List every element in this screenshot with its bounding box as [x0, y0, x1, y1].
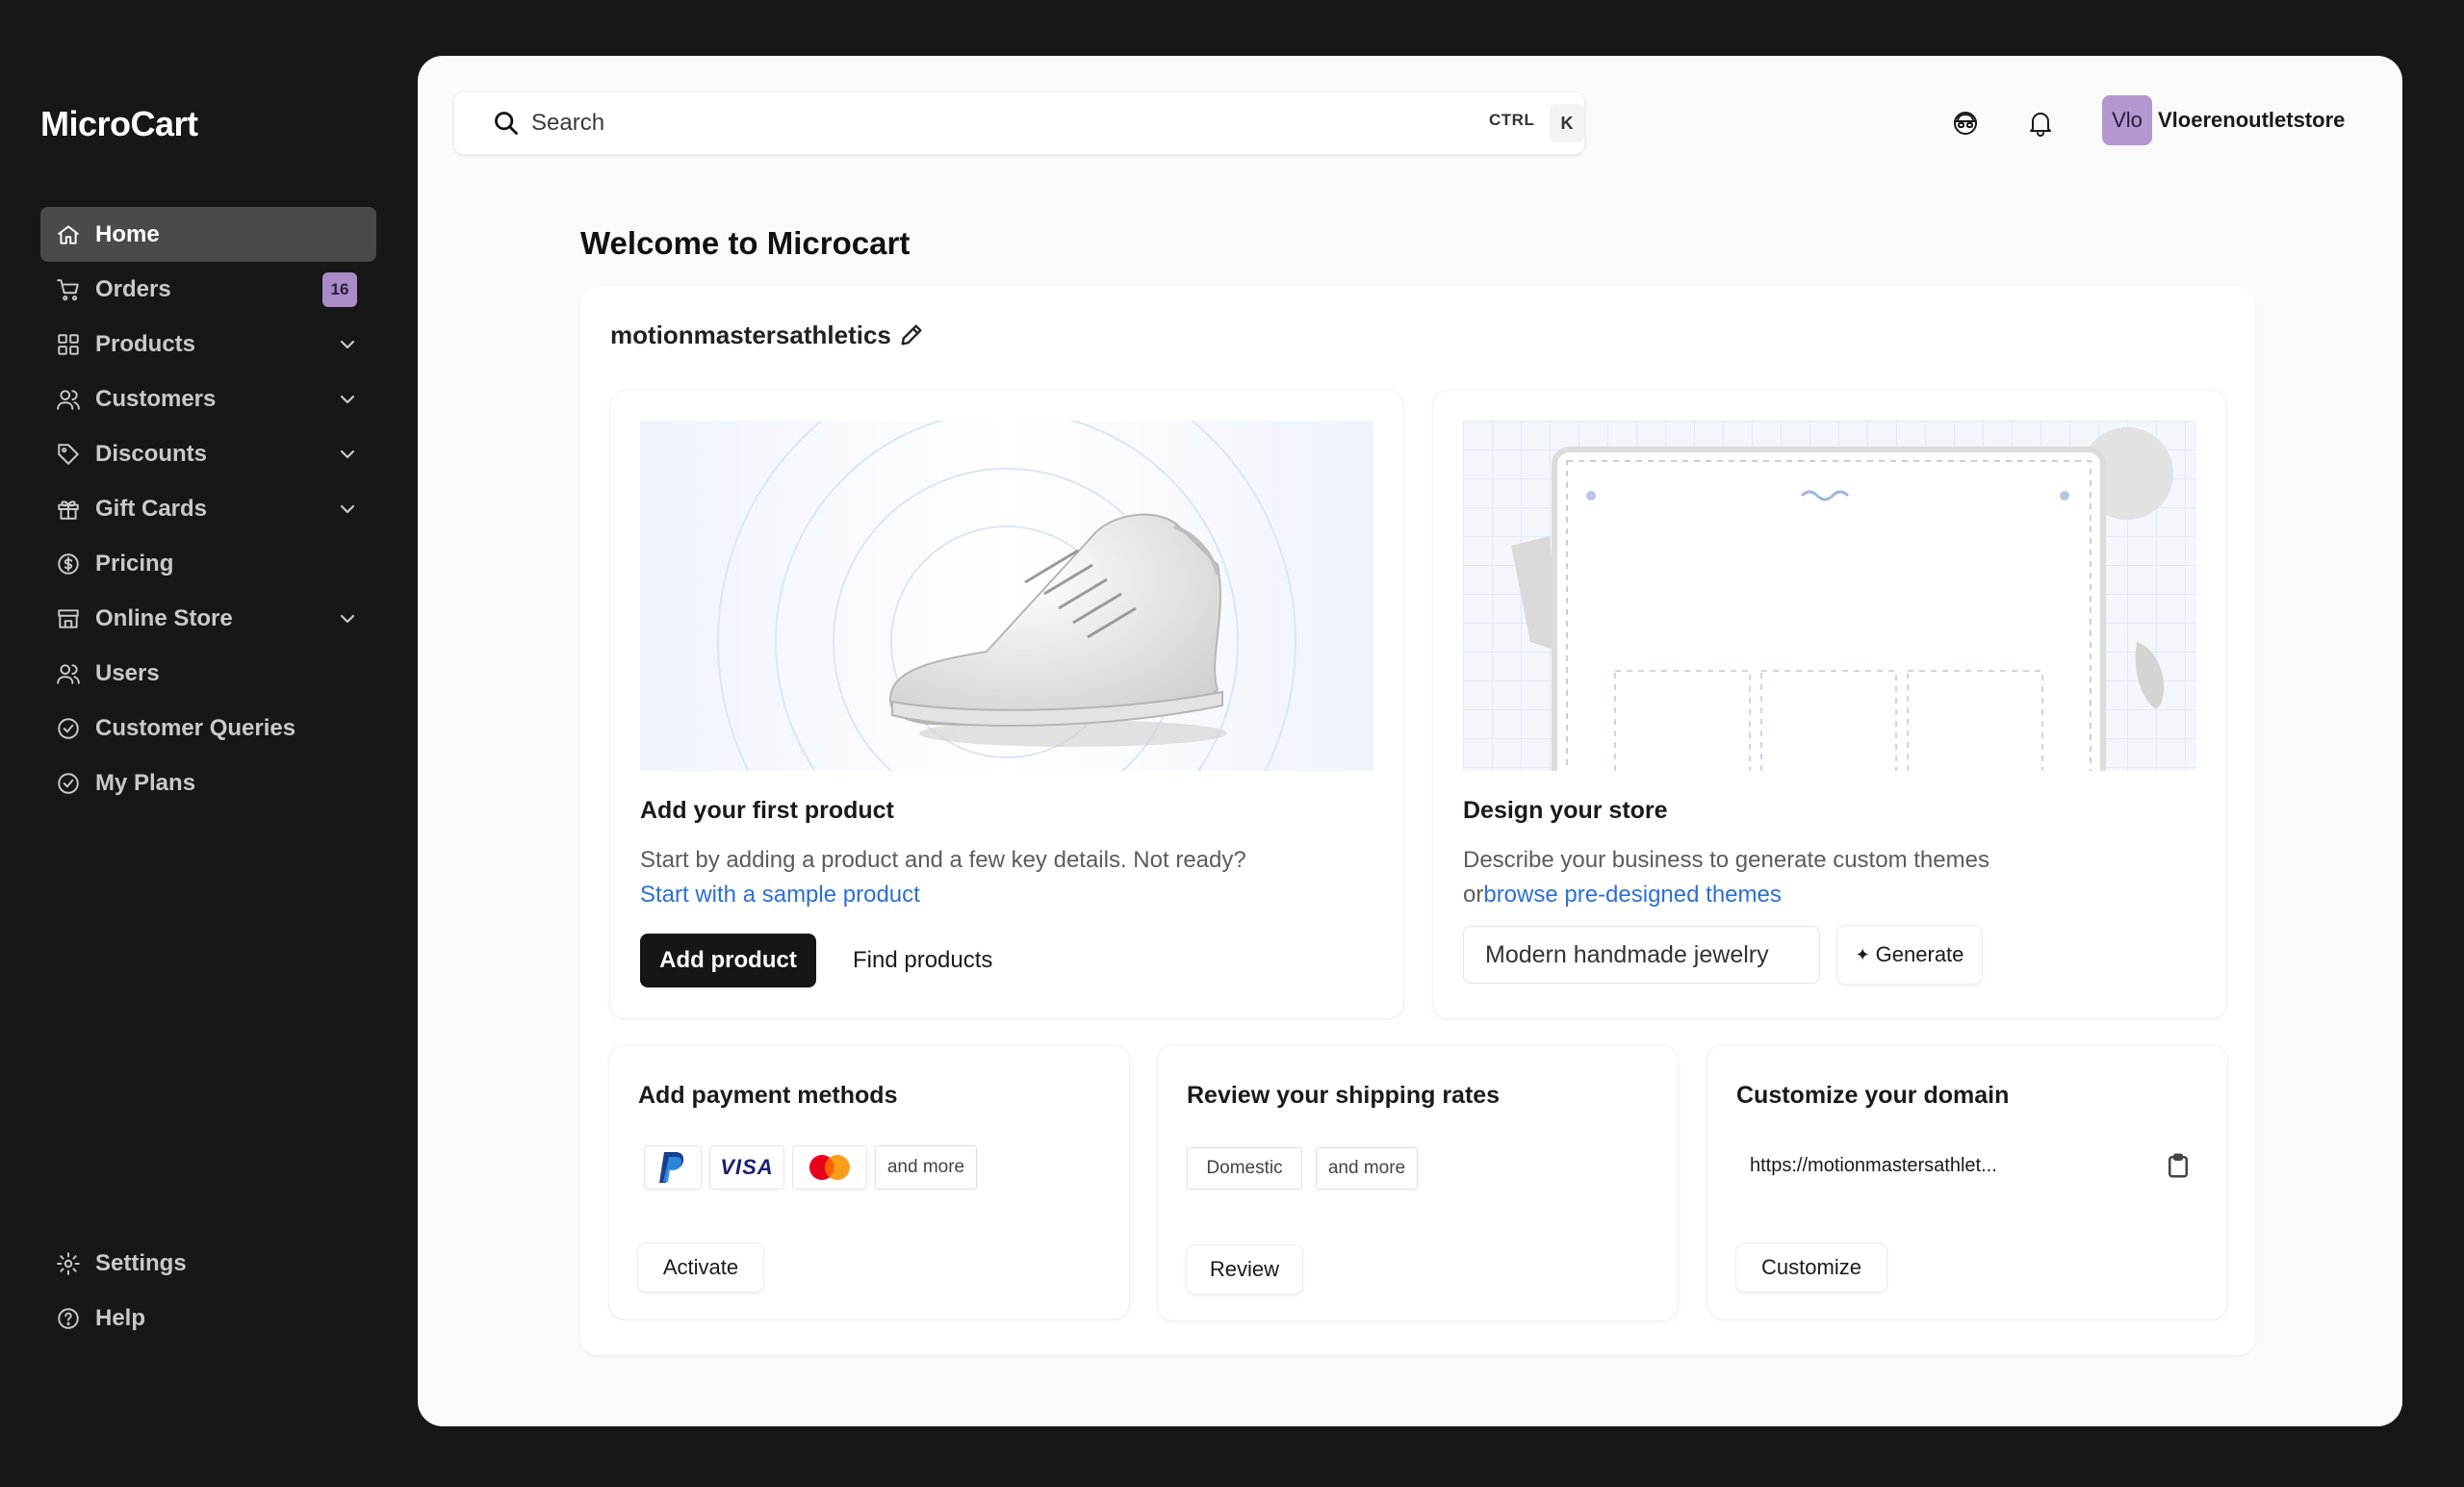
sidebar-item-label: Settings: [95, 1249, 187, 1276]
check-circle-icon: [56, 716, 81, 741]
sidebar-item-customers[interactable]: Customers: [40, 372, 376, 426]
sidebar-nav: Home Orders 16 Products Customers Discou…: [40, 207, 376, 810]
domain-url: https://motionmastersathlet...: [1750, 1155, 1997, 1176]
sidebar-bottom-nav: Settings Help: [40, 1236, 376, 1346]
card-title: Review your shipping rates: [1187, 1082, 1501, 1109]
more-methods-chip: and more: [875, 1145, 977, 1190]
shipping-chip-more: and more: [1316, 1147, 1418, 1190]
shortcut-key: K: [1550, 104, 1584, 142]
description-text: Start by adding a product and a few key …: [640, 847, 1246, 873]
visa-logo: VISA: [709, 1145, 784, 1190]
sidebar-item-label: Products: [95, 330, 196, 357]
sample-product-link[interactable]: Start with a sample product: [640, 882, 920, 908]
clipboard-icon[interactable]: [2164, 1151, 2193, 1180]
card-title: Add your first product: [640, 797, 894, 824]
sidebar-item-label: Customer Queries: [95, 714, 296, 741]
sidebar-item-label: My Plans: [95, 769, 196, 796]
sidebar-item-label: Online Store: [95, 604, 233, 631]
sneaker-illustration: [640, 421, 1373, 771]
sidebar-item-label: Orders: [95, 275, 171, 302]
sparkle-icon: ✦: [1855, 944, 1870, 964]
cart-icon: [56, 277, 81, 302]
design-store-card: Design your store Describe your business…: [1433, 391, 2226, 1018]
bell-icon[interactable]: [2023, 106, 2058, 141]
sidebar-item-label: Gift Cards: [95, 495, 208, 522]
check-circle-icon: [56, 771, 81, 796]
customize-button[interactable]: Customize: [1736, 1243, 1886, 1292]
activate-button[interactable]: Activate: [638, 1243, 763, 1292]
sidebar-item-gift-cards[interactable]: Gift Cards: [40, 481, 376, 536]
sidebar-item-label: Users: [95, 659, 160, 686]
brand-logo: MicroCart: [40, 104, 198, 143]
shipping-chip-domestic: Domestic: [1187, 1147, 1302, 1190]
card-description: Describe your business to generate custo…: [1463, 843, 2079, 912]
card-description: Start by adding a product and a few key …: [640, 843, 1256, 912]
sidebar-item-label: Help: [95, 1304, 146, 1331]
sidebar-item-customer-queries[interactable]: Customer Queries: [40, 701, 376, 756]
sidebar-item-label: Customers: [95, 385, 217, 412]
review-button[interactable]: Review: [1187, 1245, 1302, 1294]
sidebar-item-label: Pricing: [95, 550, 174, 577]
find-products-button[interactable]: Find products: [853, 947, 992, 974]
grid-icon: [56, 332, 81, 357]
orders-count-badge: 16: [322, 271, 357, 307]
paypal-logo: [644, 1145, 702, 1190]
shortcut-ctrl: CTRL: [1489, 111, 1535, 129]
chevron-down-icon[interactable]: [336, 443, 359, 466]
browse-themes-link[interactable]: browse pre-designed themes: [1483, 882, 1782, 908]
sidebar-item-products[interactable]: Products: [40, 317, 376, 372]
main-panel: CTRL K Vlo Vloerenoutletstore Welcome to…: [418, 56, 2402, 1426]
sidebar-item-online-store[interactable]: Online Store: [40, 591, 376, 646]
store-icon: [56, 606, 81, 631]
business-description-input[interactable]: [1463, 926, 1820, 984]
sidebar: MicroCart Home Orders 16 Products Custom…: [0, 0, 418, 1487]
tag-icon: [56, 442, 81, 467]
sidebar-item-my-plans[interactable]: My Plans: [40, 756, 376, 810]
search-input[interactable]: [531, 104, 1205, 142]
shipping-rates-card: Review your shipping rates Domestic and …: [1158, 1045, 1678, 1320]
generate-button[interactable]: ✦ Generate: [1837, 926, 1982, 984]
visa-text: VISA: [720, 1155, 774, 1179]
sidebar-item-discounts[interactable]: Discounts: [40, 426, 376, 481]
sidebar-item-pricing[interactable]: Pricing: [40, 536, 376, 591]
chevron-down-icon[interactable]: [336, 388, 359, 411]
add-product-card: Add your first product Start by adding a…: [610, 391, 1403, 1018]
chevron-down-icon[interactable]: [336, 607, 359, 630]
sidebar-item-home[interactable]: Home: [40, 207, 376, 262]
search-icon: [493, 110, 520, 137]
support-agent-icon[interactable]: [1948, 106, 1983, 141]
search-bar[interactable]: CTRL K: [454, 92, 1584, 154]
mastercard-logo: [792, 1145, 867, 1190]
chevron-down-icon[interactable]: [336, 498, 359, 521]
gear-icon: [56, 1251, 81, 1276]
sidebar-item-label: Home: [95, 220, 160, 247]
card-title: Design your store: [1463, 797, 1668, 824]
pencil-icon[interactable]: [898, 321, 925, 348]
sidebar-item-orders[interactable]: Orders 16: [40, 262, 376, 317]
setup-card: motionmastersathletics Add your first pr…: [580, 287, 2255, 1355]
generate-label: Generate: [1875, 942, 1964, 966]
card-title: Add payment methods: [638, 1082, 898, 1109]
chevron-down-icon[interactable]: [336, 333, 359, 356]
add-product-button[interactable]: Add product: [640, 934, 816, 987]
sidebar-item-settings[interactable]: Settings: [40, 1236, 376, 1291]
sidebar-item-help[interactable]: Help: [40, 1291, 376, 1346]
page-title: Welcome to Microcart: [580, 225, 911, 261]
storefront-illustration: [1463, 421, 2196, 771]
users-icon: [56, 387, 81, 412]
gift-icon: [56, 497, 81, 522]
home-icon: [56, 222, 81, 247]
payment-methods-card: Add payment methods VISA and more Activa…: [609, 1045, 1129, 1319]
dollar-icon: [56, 551, 81, 577]
store-name: motionmastersathletics: [610, 320, 891, 349]
sidebar-item-label: Discounts: [95, 440, 208, 467]
card-title: Customize your domain: [1736, 1082, 2010, 1109]
sidebar-item-users[interactable]: Users: [40, 646, 376, 701]
custom-domain-card: Customize your domain https://motionmast…: [1707, 1045, 2227, 1319]
account-name[interactable]: Vloerenoutletstore: [2158, 108, 2345, 133]
users-icon: [56, 661, 81, 686]
help-icon: [56, 1306, 81, 1331]
avatar[interactable]: Vlo: [2102, 95, 2152, 145]
